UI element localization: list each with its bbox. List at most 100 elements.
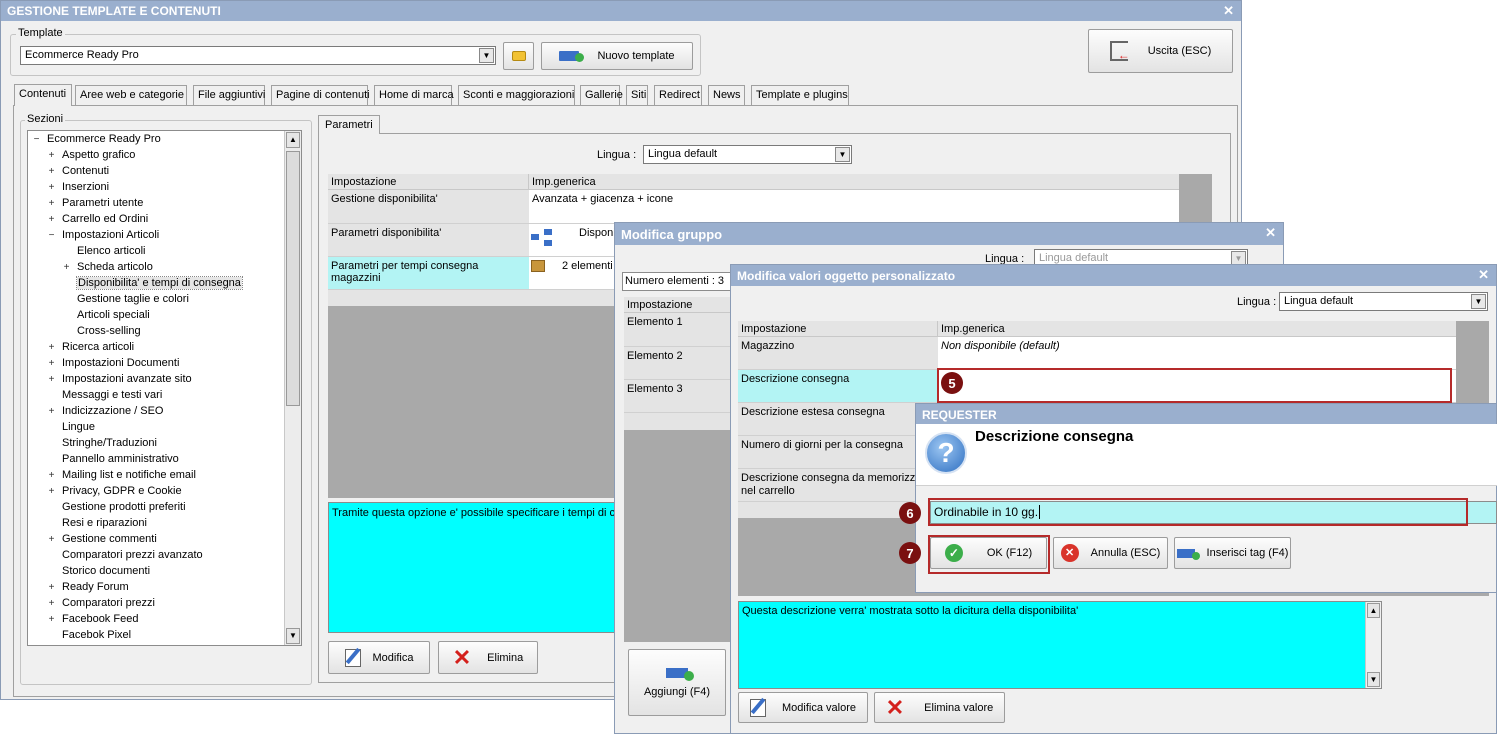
tree-item[interactable]: + Ready Forum bbox=[47, 581, 129, 593]
expand-icon[interactable]: + bbox=[47, 598, 56, 609]
expand-icon[interactable]: + bbox=[62, 262, 71, 273]
scroll-down-icon[interactable]: ▼ bbox=[286, 628, 300, 644]
desc-scrollbar[interactable]: ▲ ▼ bbox=[1365, 602, 1381, 688]
scroll-up-icon[interactable]: ▲ bbox=[1367, 603, 1380, 618]
tab-aree-web-e-categorie[interactable]: Aree web e categorie bbox=[75, 85, 187, 105]
tree-item[interactable]: Cross-selling bbox=[62, 325, 141, 337]
tree-item[interactable]: − Ecommerce Ready Pro bbox=[32, 133, 161, 145]
tree-item[interactable]: Disponibilita' e tempi di consegna bbox=[62, 276, 243, 290]
expand-icon[interactable]: + bbox=[47, 406, 56, 417]
group-item[interactable]: Elemento 2 bbox=[624, 347, 734, 380]
tree-item[interactable]: Elenco articoli bbox=[62, 245, 145, 257]
delete-button[interactable]: ✕ Elimina bbox=[438, 641, 538, 674]
grid-row-value[interactable]: Disponi bbox=[529, 224, 619, 257]
collapse-icon[interactable]: − bbox=[47, 230, 56, 241]
tree-item[interactable]: + Comparatori prezzi bbox=[47, 597, 155, 609]
add-button[interactable]: Aggiungi (F4) bbox=[628, 649, 726, 716]
tree-item[interactable]: + Parametri utente bbox=[47, 197, 144, 209]
tree-item[interactable]: + Contenuti bbox=[47, 165, 110, 177]
tab-home-di-marca[interactable]: Home di marca bbox=[374, 85, 454, 105]
template-select[interactable]: Ecommerce Ready Pro ▼ bbox=[20, 46, 496, 65]
custom-row-name[interactable]: Descrizione consegna da memorizzare nel … bbox=[738, 469, 938, 502]
tree-item[interactable]: Facebok Pixel bbox=[47, 629, 131, 641]
tab-siti[interactable]: Siti bbox=[626, 85, 648, 105]
tab-file-aggiuntivi[interactable]: File aggiuntivi bbox=[193, 85, 265, 105]
expand-icon[interactable]: + bbox=[47, 182, 56, 193]
expand-icon[interactable]: + bbox=[47, 614, 56, 625]
grid-row-value[interactable]: Avanzata + giacenza + icone bbox=[529, 190, 1179, 224]
expand-icon[interactable]: + bbox=[47, 358, 56, 369]
tree-item[interactable]: + Scheda articolo bbox=[62, 261, 153, 273]
scroll-thumb[interactable] bbox=[286, 151, 300, 406]
scroll-down-icon[interactable]: ▼ bbox=[1367, 672, 1380, 687]
tab-sconti-e-maggiorazioni[interactable]: Sconti e maggiorazioni bbox=[458, 85, 575, 105]
tree-item[interactable]: Gestione prodotti preferiti bbox=[47, 501, 186, 513]
custom-lingua-select[interactable]: Lingua default ▼ bbox=[1279, 292, 1488, 311]
tree-item[interactable]: Gestione taglie e colori bbox=[62, 293, 189, 305]
tab-news[interactable]: News bbox=[708, 85, 745, 105]
tab-parametri[interactable]: Parametri bbox=[318, 115, 380, 134]
tree-item[interactable]: Comparatori prezzi avanzato bbox=[47, 549, 203, 561]
tree-item[interactable]: Lingue bbox=[47, 421, 95, 433]
tree-item[interactable]: Pannello amministrativo bbox=[47, 453, 179, 465]
tree-item[interactable]: + Impostazioni Documenti bbox=[47, 357, 180, 369]
grid-row-name-selected[interactable]: Parametri per tempi consegna magazzini bbox=[328, 257, 529, 290]
custom-row-name[interactable]: Magazzino bbox=[738, 337, 938, 370]
grid-row-name[interactable]: Gestione disponibilita' bbox=[328, 190, 529, 224]
delete-value-button[interactable]: ✕ Elimina valore bbox=[874, 692, 1005, 723]
tree-item[interactable]: − Impostazioni Articoli bbox=[47, 229, 160, 241]
edit-button[interactable]: Modifica bbox=[328, 641, 430, 674]
tree-item[interactable]: + Impostazioni avanzate sito bbox=[47, 373, 192, 385]
tree-item[interactable]: + Mailing list e notifiche email bbox=[47, 469, 196, 481]
custom-row-name-selected[interactable]: Descrizione consegna bbox=[738, 370, 938, 403]
tab-redirect[interactable]: Redirect bbox=[654, 85, 702, 105]
expand-icon[interactable]: + bbox=[47, 150, 56, 161]
close-icon[interactable]: ✕ bbox=[1478, 267, 1489, 283]
tree-item[interactable]: + Carrello ed Ordini bbox=[47, 213, 149, 225]
tree-item[interactable]: Articoli speciali bbox=[62, 309, 150, 321]
open-folder-button[interactable] bbox=[503, 42, 534, 70]
expand-icon[interactable]: + bbox=[47, 534, 56, 545]
tab-pagine-di-contenuti[interactable]: Pagine di contenuti bbox=[271, 85, 370, 105]
tree-item[interactable]: + Facebook Feed bbox=[47, 613, 139, 625]
custom-row-name[interactable]: Numero di giorni per la consegna bbox=[738, 436, 938, 469]
custom-row-value[interactable]: Non disponibile (default) bbox=[938, 337, 1456, 370]
grid-row-value[interactable]: 2 elementi bbox=[529, 257, 619, 290]
exit-button[interactable]: ← Uscita (ESC) bbox=[1088, 29, 1233, 73]
tree-scrollbar[interactable]: ▲ ▼ bbox=[284, 131, 301, 645]
tree-item[interactable]: Storico documenti bbox=[47, 565, 150, 577]
close-icon[interactable]: ✕ bbox=[1223, 3, 1234, 19]
tree-item[interactable]: Stringhe/Traduzioni bbox=[47, 437, 157, 449]
group-item[interactable]: Elemento 3 bbox=[624, 380, 734, 413]
tab-gallerie[interactable]: Gallerie bbox=[580, 85, 623, 105]
tree-item[interactable]: + Privacy, GDPR e Cookie bbox=[47, 485, 182, 497]
insert-tag-button[interactable]: Inserisci tag (F4) bbox=[1174, 537, 1291, 569]
grid-row-name[interactable]: Parametri disponibilita' bbox=[328, 224, 529, 257]
tree-item[interactable]: + Gestione commenti bbox=[47, 533, 157, 545]
edit-value-button[interactable]: Modifica valore bbox=[738, 692, 868, 723]
custom-row-name[interactable]: Descrizione estesa consegna bbox=[738, 403, 938, 436]
tree-item[interactable]: Messaggi e testi vari bbox=[47, 389, 162, 401]
expand-icon[interactable]: + bbox=[47, 486, 56, 497]
new-template-button[interactable]: Nuovo template bbox=[541, 42, 693, 70]
expand-icon[interactable]: + bbox=[47, 342, 56, 353]
tab-template-e-plugins[interactable]: Template e plugins bbox=[751, 85, 849, 105]
tree-item[interactable]: + Indicizzazione / SEO bbox=[47, 405, 164, 417]
expand-icon[interactable]: + bbox=[47, 582, 56, 593]
expand-icon[interactable]: + bbox=[47, 214, 56, 225]
tree-item[interactable]: + Inserzioni bbox=[47, 181, 110, 193]
lingua-select[interactable]: Lingua default ▼ bbox=[643, 145, 852, 164]
close-icon[interactable]: ✕ bbox=[1265, 225, 1276, 241]
group-item[interactable]: Elemento 1 bbox=[624, 313, 734, 347]
tree-item[interactable]: + Aspetto grafico bbox=[47, 149, 136, 161]
expand-icon[interactable]: + bbox=[47, 470, 56, 481]
expand-icon[interactable]: + bbox=[47, 166, 56, 177]
tree-item[interactable]: Resi e riparazioni bbox=[47, 517, 147, 529]
expand-icon[interactable]: + bbox=[47, 374, 56, 385]
tab-contenuti[interactable]: Contenuti bbox=[14, 84, 72, 106]
scroll-up-icon[interactable]: ▲ bbox=[286, 132, 300, 148]
collapse-icon[interactable]: − bbox=[32, 134, 41, 145]
cancel-button[interactable]: ✕ Annulla (ESC) bbox=[1053, 537, 1168, 569]
expand-icon[interactable]: + bbox=[47, 198, 56, 209]
tree-item[interactable]: + Ricerca articoli bbox=[47, 341, 135, 353]
